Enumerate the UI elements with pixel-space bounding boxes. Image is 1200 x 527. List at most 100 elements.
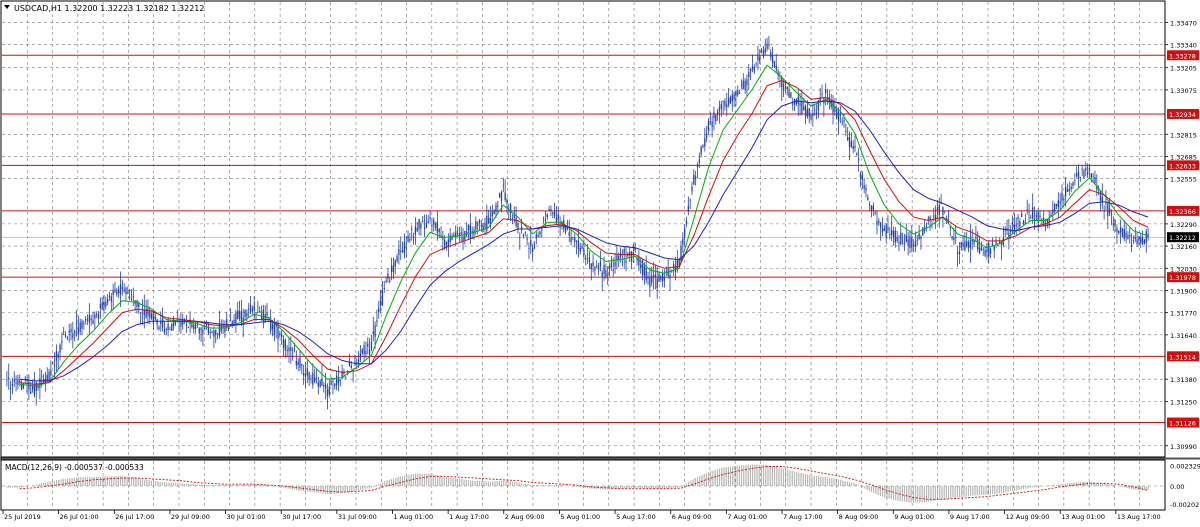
candle-body bbox=[63, 331, 65, 333]
candle-body bbox=[403, 241, 406, 254]
candle-body bbox=[72, 333, 74, 339]
candle-body bbox=[1061, 192, 1063, 201]
candle-body bbox=[357, 359, 360, 363]
candle-body bbox=[548, 208, 550, 211]
candle-body bbox=[766, 43, 768, 49]
candle-body bbox=[13, 379, 15, 382]
candle-body bbox=[1076, 173, 1078, 176]
candle-body bbox=[1119, 227, 1122, 233]
candle-body bbox=[812, 113, 814, 117]
candle-body bbox=[286, 349, 288, 351]
candle-body bbox=[79, 322, 81, 332]
candle-body bbox=[539, 231, 541, 235]
candle-body bbox=[837, 111, 840, 122]
candle-body bbox=[152, 310, 155, 324]
candle-body bbox=[872, 205, 874, 210]
candle-body bbox=[92, 320, 94, 324]
candle-body bbox=[266, 312, 268, 316]
candle-body bbox=[594, 266, 596, 271]
time-tick-label: 5 Aug 17:00 bbox=[616, 513, 656, 521]
candle-body bbox=[253, 305, 255, 310]
candle-body bbox=[295, 361, 297, 366]
candle-body bbox=[1010, 230, 1012, 233]
candle-body bbox=[475, 221, 477, 230]
candle-body bbox=[227, 328, 230, 329]
candle-body bbox=[427, 221, 429, 223]
candle-body bbox=[299, 357, 301, 368]
candle-body bbox=[434, 224, 437, 228]
price-tick-label: 1.33205 bbox=[1170, 65, 1197, 73]
candle-body bbox=[753, 66, 755, 72]
candle-body bbox=[597, 266, 600, 270]
candle-body bbox=[955, 236, 957, 238]
candle-body bbox=[623, 248, 625, 254]
current-price-label: 1.32212 bbox=[1169, 234, 1196, 242]
candle-body bbox=[541, 229, 543, 231]
candle-body bbox=[645, 267, 647, 281]
candle-body bbox=[825, 90, 827, 94]
candle-body bbox=[174, 322, 177, 325]
candle-body bbox=[1079, 177, 1081, 179]
candle-body bbox=[304, 373, 307, 377]
candle-body bbox=[751, 66, 754, 70]
candle-body bbox=[108, 295, 111, 297]
candle-body bbox=[755, 63, 757, 65]
candle-body bbox=[526, 238, 528, 240]
candle-body bbox=[1057, 200, 1059, 208]
candle-body bbox=[235, 312, 237, 324]
candle-body bbox=[130, 299, 133, 300]
candle-body bbox=[738, 92, 741, 94]
candle-body bbox=[324, 384, 327, 389]
candle-body bbox=[610, 262, 613, 268]
candle-body bbox=[367, 343, 369, 347]
candle-body bbox=[119, 284, 122, 295]
candle-body bbox=[121, 287, 123, 289]
candle-body bbox=[916, 240, 918, 242]
candle-body bbox=[737, 90, 739, 96]
candle-body bbox=[724, 100, 726, 107]
candle-body bbox=[1024, 222, 1026, 223]
time-tick-label: 2 Aug 09:00 bbox=[505, 513, 545, 521]
candle-body bbox=[1070, 186, 1072, 190]
candle-body bbox=[953, 237, 955, 241]
candle-body bbox=[867, 197, 869, 200]
candle-body bbox=[949, 227, 951, 229]
candle-body bbox=[229, 320, 232, 322]
candle-body bbox=[88, 314, 90, 323]
candle-body bbox=[198, 328, 200, 334]
candle-body bbox=[1033, 218, 1036, 221]
price-tick-label: 1.32030 bbox=[1170, 265, 1197, 273]
candle-body bbox=[564, 227, 567, 233]
candle-body bbox=[495, 204, 497, 212]
candle-body bbox=[649, 277, 651, 288]
candle-body bbox=[220, 326, 222, 332]
candle-body bbox=[237, 310, 239, 320]
candle-body bbox=[138, 303, 140, 307]
trading-chart-window[interactable]: 1.33278 1.32934 1.32633 1.32366 1.31978 1.315… bbox=[0, 0, 1200, 523]
candle-body bbox=[553, 211, 556, 217]
candle-body bbox=[861, 174, 863, 181]
candle-body bbox=[281, 334, 283, 338]
chart-canvas[interactable]: 1.33278 1.32934 1.32633 1.32366 1.31978 1.315… bbox=[0, 0, 1200, 523]
candle-body bbox=[273, 322, 275, 336]
candle-body bbox=[542, 218, 545, 220]
candle-body bbox=[616, 255, 618, 260]
candle-body bbox=[984, 249, 986, 256]
candle-body bbox=[907, 239, 909, 246]
candle-body bbox=[251, 309, 254, 312]
candle-body bbox=[727, 98, 730, 105]
candle-body bbox=[1090, 173, 1092, 178]
candle-body bbox=[398, 248, 400, 256]
candle-body bbox=[383, 288, 385, 289]
candle-body bbox=[570, 237, 572, 243]
time-tick-label: 13 Aug 17:00 bbox=[1117, 513, 1161, 521]
candle-body bbox=[374, 325, 376, 338]
candle-body bbox=[524, 232, 526, 234]
candle-body bbox=[574, 237, 576, 242]
candle-body bbox=[255, 312, 257, 314]
candle-body bbox=[839, 115, 841, 116]
time-tick-label: 30 Jul 01:00 bbox=[227, 513, 266, 521]
candle-body bbox=[440, 237, 442, 239]
candle-body bbox=[75, 323, 78, 325]
candle-body bbox=[425, 222, 428, 228]
